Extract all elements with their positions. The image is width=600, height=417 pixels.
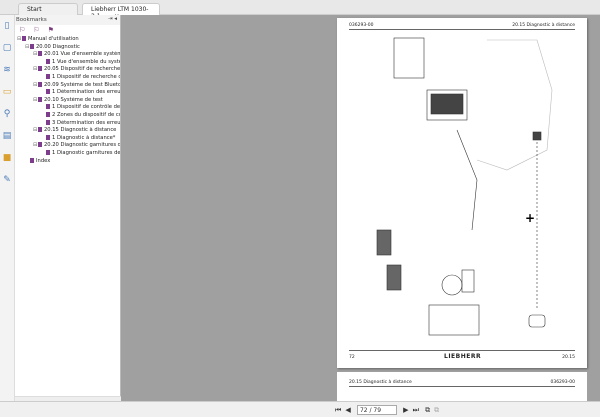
bookmark-item[interactable]: 3 Détermination des erreurs <box>17 119 120 128</box>
dish-antenna <box>441 274 463 296</box>
page-header: 036293-00 20.15 Diagnostic à distance <box>349 23 575 30</box>
bookmark-icon <box>30 43 34 49</box>
bookmarks-panel: Bookmarks ⇥ ◂ ⚐ ⚐ ⚑ ⊟ Manual d'utilisation ⊟ 2… <box>15 15 121 402</box>
bookmark-item[interactable]: ⊟ 20.05 Dispositif de recherche c <box>17 66 120 74</box>
tools-icon[interactable]: ✎ <box>0 175 14 191</box>
doc-number: 036293-00 <box>550 380 575 385</box>
bookmark-options-icon[interactable]: ⚑ <box>48 26 54 34</box>
footer-section: 20.15 <box>562 355 575 360</box>
bookmark-item[interactable]: ⊟ 20.15 Diagnostic à distance <box>17 127 120 135</box>
bookmark-item[interactable]: ⊟ 20.20 Diagnostic garnitures de <box>17 142 120 150</box>
bookmark-label: 1 Diagnostic à distance* <box>52 134 116 141</box>
bookmark-item[interactable]: 2 Zones du dispositif de co <box>17 111 120 120</box>
bookmark-item[interactable]: 1 Dispositif de contrôle de l <box>17 104 120 112</box>
navigation-bar: ⏮ ◀ 72 / 79 ▶ ⏭ ⧉ ⧉ <box>0 401 600 417</box>
crane-outline <box>476 39 553 171</box>
panel-header: Bookmarks ⇥ ◂ <box>15 15 120 25</box>
bookmark-label: 20.20 Diagnostic garnitures de <box>44 142 120 149</box>
bookmark-icon <box>30 157 34 163</box>
bookmark-tree: ⊟ Manual d'utilisation ⊟ 20.00 Diagnostic ⊟ 2… <box>15 36 120 165</box>
tab-start[interactable]: Start <box>18 3 78 15</box>
liebherr-logo: LIEBHERR <box>444 353 482 360</box>
bookmark-icon <box>38 51 42 57</box>
bookmark-icon <box>46 104 50 110</box>
computer-terminal <box>428 304 480 336</box>
next-page-icon[interactable]: ▶ <box>403 406 408 414</box>
bookmark-item[interactable]: 1 Diagnostic à distance* <box>17 134 120 143</box>
first-page-icon[interactable]: ⏮ <box>335 406 341 414</box>
page-header: 20.15 Diagnostic à distance 036293-00 <box>349 380 575 387</box>
bookmark-icon <box>46 119 50 125</box>
bookmark-item[interactable]: 1 Dispositif de recherche d' <box>17 73 120 82</box>
bookmark-label: 3 Détermination des erreurs <box>52 119 120 126</box>
tab-document[interactable]: Liebherr LTM 1030-2.1...× <box>82 3 160 20</box>
bookmark-label: Index <box>36 157 51 164</box>
attachments-icon[interactable]: ⚲ <box>0 109 14 125</box>
bookmark-icon <box>46 134 50 140</box>
modem-device <box>393 37 425 79</box>
bookmark-label: 20.10 Système de test <box>44 96 103 103</box>
page-number: 72 <box>349 355 355 360</box>
diagnostic-diagram: + <box>376 37 553 336</box>
layers-icon[interactable]: ≋ <box>0 65 14 81</box>
bookmark-label: 20.15 Diagnostic à distance <box>44 127 117 134</box>
two-page-view-icon[interactable]: ⧉ <box>425 406 430 414</box>
panel-title: Bookmarks <box>16 17 47 23</box>
tab-bar: Start Liebherr LTM 1030-2.1...× <box>0 0 600 20</box>
bookmark-label: 1 Dispositif de contrôle de l <box>52 104 120 111</box>
bookmark-icon <box>38 127 42 133</box>
section-title: 20.15 Diagnostic à distance <box>349 380 412 385</box>
bookmark-icon <box>46 149 50 155</box>
comments-icon[interactable]: ▭ <box>0 87 14 103</box>
bookmark-item[interactable]: 1 Vue d'ensemble du systè <box>17 58 120 67</box>
plus-symbol: + <box>525 211 535 225</box>
bookmark-label: Manual d'utilisation <box>28 36 79 42</box>
section-title: 20.15 Diagnostic à distance <box>512 23 575 28</box>
prev-page-icon[interactable]: ◀ <box>345 406 350 414</box>
bookmark-label: 1 Dispositif de recherche d' <box>52 73 120 80</box>
tab-label: Start <box>27 6 42 13</box>
lock-icon[interactable]: ■ <box>0 153 14 169</box>
bookmark-item[interactable]: ⊟ 20.10 Système de test <box>17 96 120 105</box>
bookmark-icon <box>46 111 50 117</box>
bookmark-item[interactable]: 1 Détermination des erreurs <box>17 89 120 97</box>
pages-icon[interactable]: ▢ <box>0 43 14 59</box>
doc-number: 036293-00 <box>349 23 374 28</box>
add-bookmark-icon[interactable]: ⚐ <box>19 26 25 34</box>
bookmark-label: 20.05 Dispositif de recherche c <box>44 66 120 73</box>
bookmark-label: 1 Détermination des erreurs <box>52 89 120 96</box>
single-page-view-icon[interactable]: ⧉ <box>434 406 439 414</box>
page-footer: 72 LIEBHERR 20.15 <box>349 350 575 360</box>
signatures-icon[interactable]: ▤ <box>0 131 14 147</box>
bookmark-item[interactable]: ⊟ 20.09 Système de test Bluetoo <box>17 81 120 90</box>
bookmark-icon <box>46 89 50 95</box>
bookmark-toolbar: ⚐ ⚐ ⚑ <box>15 25 120 36</box>
bookmark-item[interactable]: ⊟ 20.01 Vue d'ensemble système <box>17 51 120 59</box>
bookmark-icon <box>38 81 42 87</box>
bookmark-label: 1 Diagnostic garnitures des <box>52 149 120 156</box>
satellite-panel <box>376 229 392 256</box>
last-page-icon[interactable]: ⏭ <box>413 406 419 414</box>
bookmark-label: 2 Zones du dispositif de co <box>52 111 120 118</box>
left-toolstrip: ▯ ▢ ≋ ▭ ⚲ ▤ ■ ✎ <box>0 15 15 402</box>
bookmarks-panel-icon[interactable]: ▯ <box>0 21 14 37</box>
bookmark-icon <box>38 96 42 102</box>
expand-bookmark-icon[interactable]: ⚐ <box>33 26 39 34</box>
bookmark-label: 1 Vue d'ensemble du systè <box>52 58 120 65</box>
page-number-input[interactable]: 72 / 79 <box>356 405 397 415</box>
bookmark-icon <box>46 73 50 79</box>
bookmark-label: 20.09 Système de test Bluetoo <box>44 81 120 88</box>
document-page: 036293-00 20.15 Diagnostic à distance + 7… <box>337 18 587 368</box>
bookmark-icon <box>22 36 26 41</box>
bookmark-icon <box>46 58 50 64</box>
bookmark-icon <box>38 142 42 148</box>
bookmark-label: 20.00 Diagnostic <box>36 43 80 50</box>
bookmark-icon <box>38 66 42 72</box>
bookmark-label: 20.01 Vue d'ensemble système <box>44 51 120 58</box>
bookmark-item[interactable]: ⊟ Manual d'utilisation <box>17 36 120 44</box>
bookmark-item[interactable]: ⊟ 20.00 Diagnostic <box>17 43 120 52</box>
bookmark-item[interactable]: 1 Diagnostic garnitures des <box>17 149 120 158</box>
panel-options-icon[interactable]: ⇥ ◂ <box>108 16 117 22</box>
bookmark-item[interactable]: Index <box>17 157 120 166</box>
